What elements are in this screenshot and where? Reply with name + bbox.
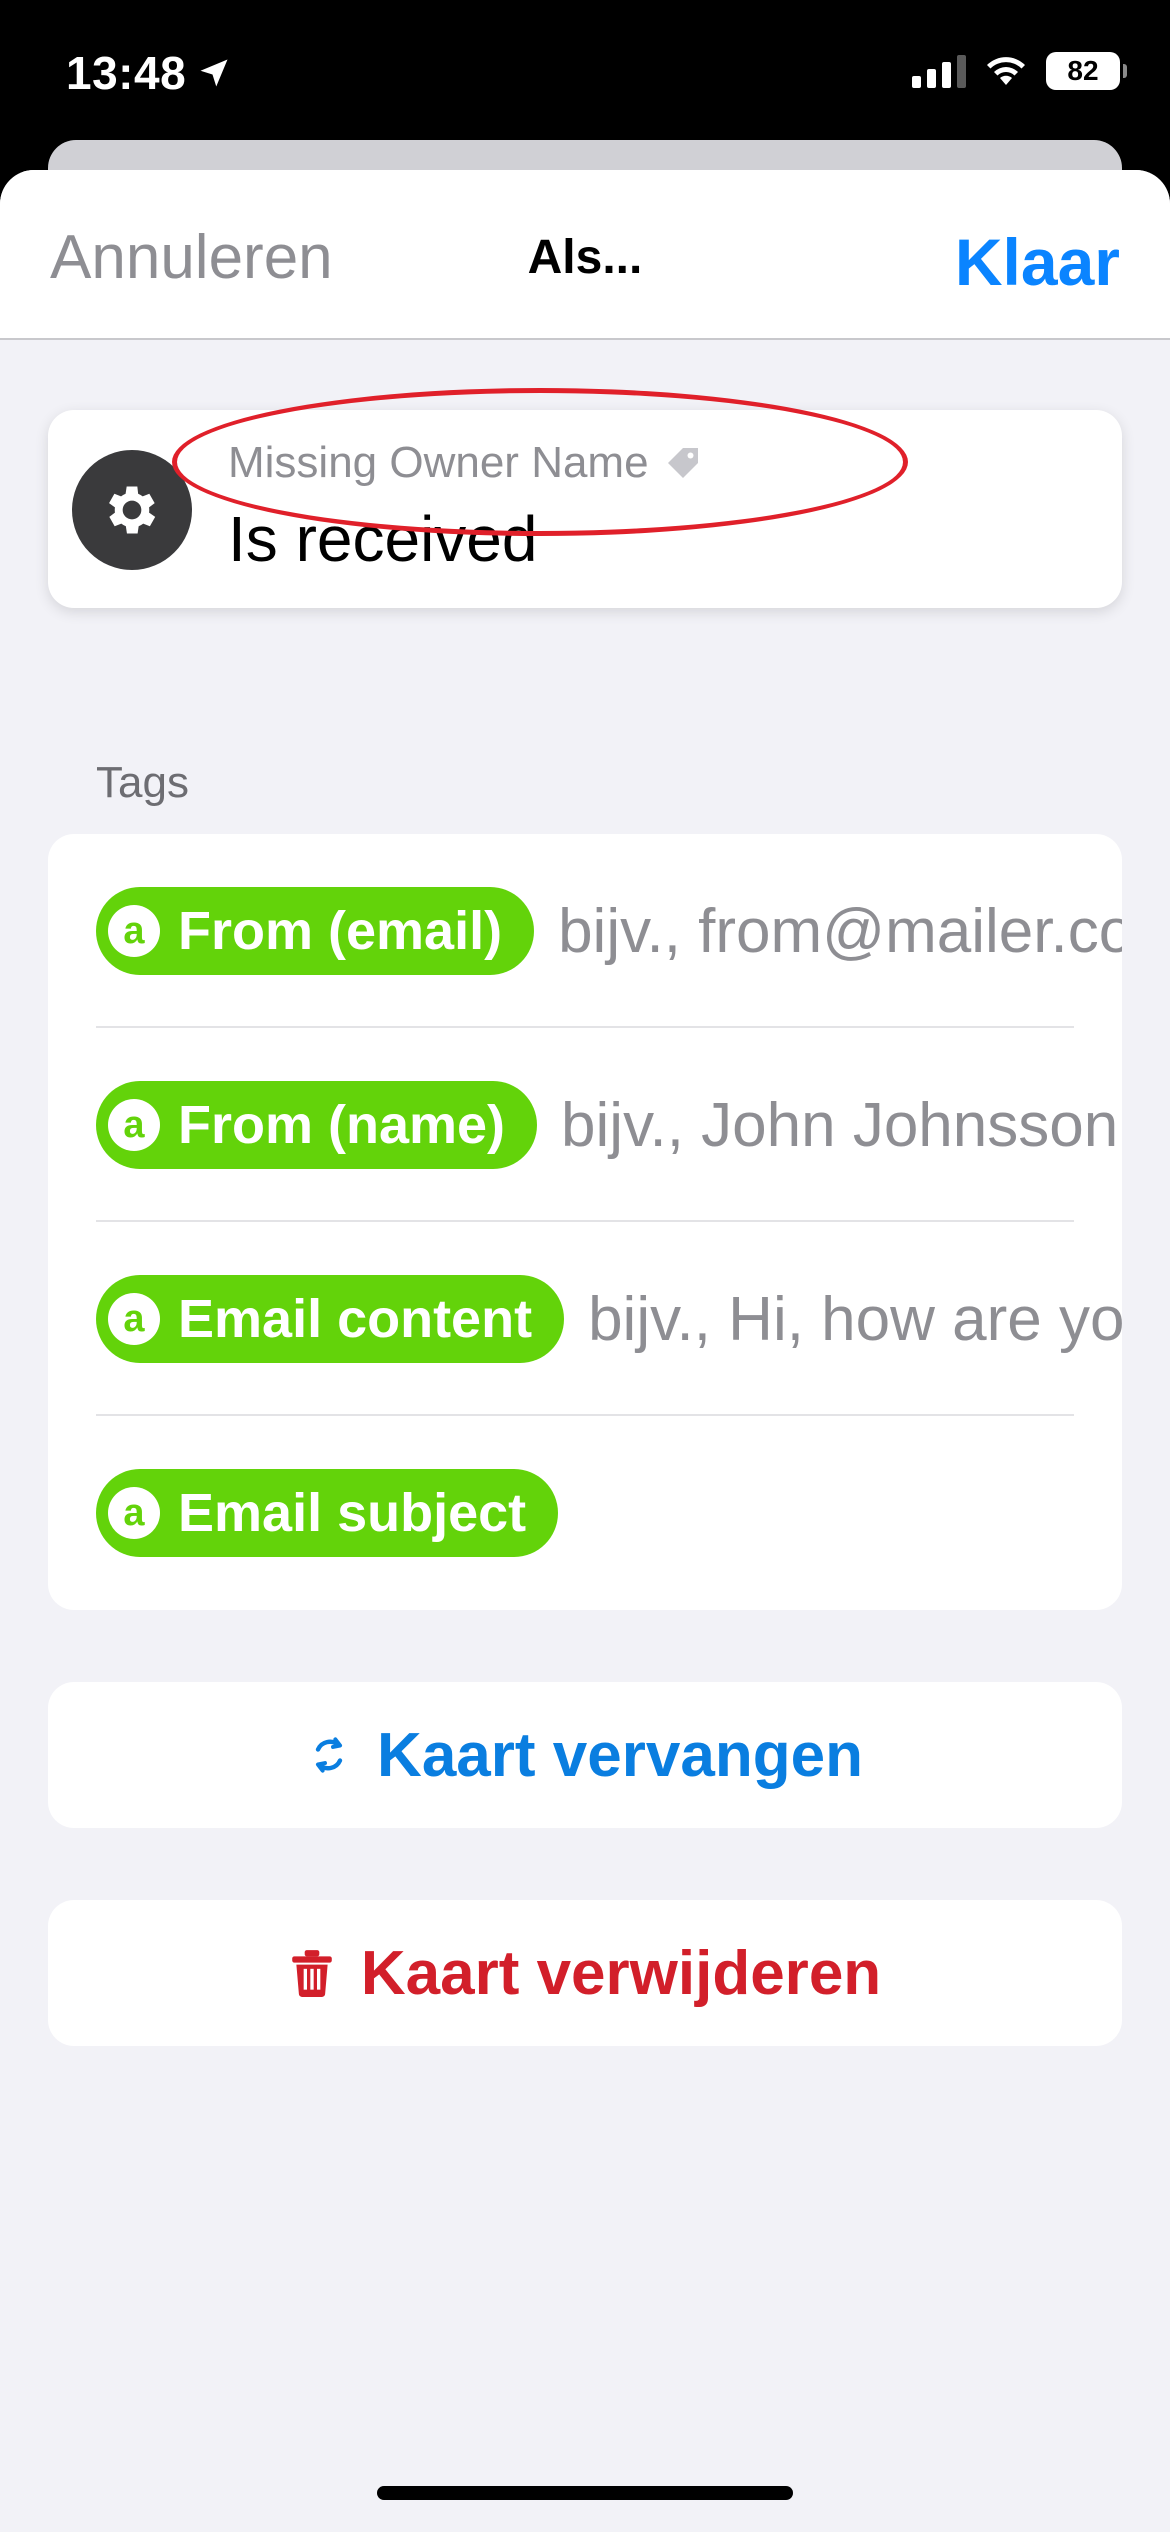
tag-name: Email subject bbox=[178, 1483, 527, 1543]
tag-name: From (name) bbox=[178, 1095, 506, 1155]
clock: 13:48 bbox=[66, 47, 187, 99]
refresh-icon bbox=[315, 1737, 343, 1773]
tag-pill[interactable]: a Email content bbox=[96, 1275, 565, 1363]
status-bar: 13:48 82 bbox=[0, 0, 1170, 150]
tag-row[interactable]: a From (name) bijv., John Johnsson bbox=[48, 1028, 1122, 1222]
cellular-signal-icon bbox=[912, 54, 966, 88]
trigger-label: Is received bbox=[228, 503, 538, 575]
gear-icon bbox=[109, 486, 156, 534]
replace-card-button[interactable]: Kaart vervangen bbox=[48, 1682, 1122, 1828]
location-arrow-icon bbox=[200, 59, 228, 87]
text-type-icon: a bbox=[108, 1487, 160, 1539]
tag-row[interactable]: a From (email) bijv., from@mailer.co bbox=[48, 834, 1122, 1028]
trigger-owner: Missing Owner Name bbox=[228, 438, 703, 488]
text-type-icon: a bbox=[108, 1293, 160, 1345]
status-time: 13:48 bbox=[66, 46, 232, 100]
tag-value-input[interactable]: bijv., John Johnsson bbox=[561, 1090, 1118, 1161]
navigation-bar: Annuleren Als... Klaar bbox=[0, 170, 1170, 340]
owner-name: Missing Owner Name bbox=[228, 438, 649, 487]
replace-card-label: Kaart vervangen bbox=[377, 1720, 863, 1790]
tag-value-input[interactable]: bijv., Hi, how are you bbox=[588, 1284, 1122, 1355]
text-type-icon: a bbox=[108, 905, 160, 957]
tags-list: a From (email) bijv., from@mailer.co a F… bbox=[48, 834, 1122, 1610]
trash-icon bbox=[292, 1950, 332, 1997]
tag-value-input[interactable]: bijv., from@mailer.co bbox=[558, 896, 1122, 967]
done-button[interactable]: Klaar bbox=[955, 224, 1120, 300]
section-label-tags: Tags bbox=[96, 758, 189, 807]
tag-pill[interactable]: a From (name) bbox=[96, 1081, 538, 1169]
wifi-icon bbox=[987, 57, 1025, 85]
home-indicator[interactable] bbox=[377, 2486, 793, 2500]
tag-pill[interactable]: a Email subject bbox=[96, 1469, 559, 1557]
tag-row[interactable]: a Email content bijv., Hi, how are you bbox=[48, 1222, 1122, 1416]
tag-name: From (email) bbox=[178, 901, 503, 961]
tag-icon bbox=[667, 448, 698, 478]
tag-row[interactable]: a Email subject bbox=[48, 1416, 1122, 1610]
tag-name: Email content bbox=[178, 1289, 533, 1349]
status-indicators: 82 bbox=[912, 52, 1127, 90]
delete-card-label: Kaart verwijderen bbox=[360, 1938, 882, 2008]
text-type-icon: a bbox=[108, 1099, 160, 1151]
trigger-icon-circle bbox=[72, 450, 192, 570]
tag-pill[interactable]: a From (email) bbox=[96, 887, 535, 975]
trigger-card[interactable]: Missing Owner Name Is received bbox=[48, 410, 1122, 608]
battery-level: 82 bbox=[1067, 55, 1099, 86]
battery-indicator: 82 bbox=[1046, 52, 1127, 90]
delete-card-button[interactable]: Kaart verwijderen bbox=[48, 1900, 1122, 2046]
